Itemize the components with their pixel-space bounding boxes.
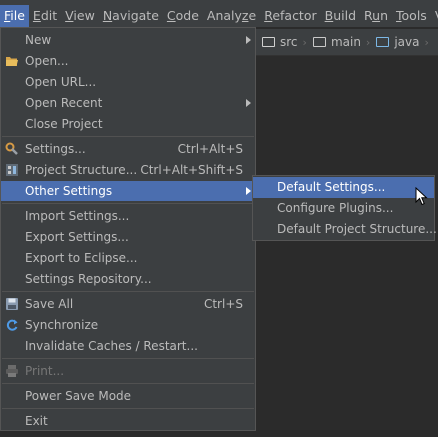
chevron-right-icon: › (424, 35, 429, 49)
source-folder-icon (376, 37, 390, 47)
menu-item-import-settings[interactable]: Import Settings... (1, 206, 255, 226)
menu-separator (2, 408, 254, 409)
other-settings-submenu: Default Settings... Configure Plugins...… (252, 175, 437, 241)
menu-tools[interactable]: Tools (392, 5, 431, 27)
menu-item-label: Settings Repository... (25, 272, 152, 286)
menu-refactor[interactable]: Refactor (260, 5, 320, 27)
menu-item-label: Open Recent (25, 96, 103, 110)
menu-separator (2, 136, 254, 137)
menu-item-label: Synchronize (25, 318, 99, 332)
menu-item-label: Export Settings... (25, 230, 129, 244)
menu-item-label: Configure Plugins... (277, 201, 394, 215)
breadcrumb-item-src[interactable]: src › (262, 35, 307, 49)
menu-item-settings[interactable]: Settings... Ctrl+Alt+S (1, 139, 255, 159)
menu-analyze[interactable]: Analyze (203, 5, 260, 27)
file-menu: New Open... Open URL... Open Recent Clos… (0, 27, 256, 431)
menu-item-save-all[interactable]: Save All Ctrl+S (1, 294, 255, 314)
menu-navigate[interactable]: Navigate (99, 5, 163, 27)
menu-item-label: Default Settings... (277, 180, 386, 194)
menu-item-open-recent[interactable]: Open Recent (1, 93, 255, 113)
menu-item-label: Close Project (25, 117, 103, 131)
menu-item-label: Power Save Mode (25, 389, 132, 403)
menu-item-default-settings[interactable]: Default Settings... (253, 177, 434, 198)
submenu-arrow-icon (246, 187, 251, 195)
menu-item-configure-plugins[interactable]: Configure Plugins... (253, 198, 434, 219)
folder-icon (312, 37, 326, 47)
menu-separator (2, 203, 254, 204)
save-icon (6, 298, 18, 310)
menu-item-label: Save All (25, 297, 74, 311)
sync-icon (6, 319, 18, 331)
menu-edit[interactable]: Edit (29, 5, 61, 27)
menu-item-shortcut: Ctrl+Alt+Shift+S (140, 163, 243, 177)
menu-item-shortcut: Ctrl+S (203, 297, 243, 311)
breadcrumb-label: java (394, 35, 420, 49)
menu-build[interactable]: Build (321, 5, 360, 27)
menu-item-label: Exit (25, 414, 48, 428)
breadcrumb-label: src (280, 35, 298, 49)
mouse-cursor-icon (415, 187, 428, 206)
menu-item-shortcut: Ctrl+Alt+S (177, 142, 243, 156)
menu-file[interactable]: File (0, 5, 29, 27)
submenu-arrow-icon (246, 36, 251, 44)
submenu-arrow-icon (246, 99, 251, 107)
breadcrumb-item-java[interactable]: java › (376, 35, 429, 49)
menu-item-label: Print... (25, 364, 65, 378)
menu-item-default-project-structure[interactable]: Default Project Structure... (253, 219, 437, 240)
menu-item-new[interactable]: New (1, 30, 255, 50)
menu-item-exit[interactable]: Exit (1, 411, 255, 431)
menu-separator (2, 291, 254, 292)
menu-item-other-settings[interactable]: Other Settings (1, 181, 255, 201)
menu-item-export-settings[interactable]: Export Settings... (1, 227, 255, 247)
menu-item-label: Invalidate Caches / Restart... (25, 339, 198, 353)
menu-vcs[interactable]: V (431, 5, 438, 27)
menu-item-label: Settings... (25, 142, 86, 156)
chevron-right-icon: › (302, 35, 307, 49)
menu-separator (2, 358, 254, 359)
menu-item-label: New (25, 33, 52, 47)
menu-item-open[interactable]: Open... (1, 51, 255, 71)
chevron-right-icon: › (365, 35, 371, 49)
menu-item-label: Project Structure... (25, 163, 138, 177)
menu-item-label: Other Settings (25, 184, 113, 198)
menu-item-open-url[interactable]: Open URL... (1, 72, 255, 92)
folder-open-icon (6, 57, 18, 66)
menu-item-invalidate-caches[interactable]: Invalidate Caches / Restart... (1, 336, 255, 356)
menu-item-settings-repository[interactable]: Settings Repository... (1, 269, 255, 289)
menu-item-power-save-mode[interactable]: Power Save Mode (1, 386, 255, 406)
menu-item-project-structure[interactable]: Project Structure... Ctrl+Alt+Shift+S (1, 160, 255, 180)
menu-code[interactable]: Code (163, 5, 203, 27)
menu-separator (2, 383, 254, 384)
breadcrumb: src › main › java › (256, 29, 438, 56)
menu-item-label: Import Settings... (25, 209, 130, 223)
wrench-icon (5, 142, 18, 155)
menu-item-label: Export to Eclipse... (25, 251, 138, 265)
print-icon (6, 365, 18, 377)
menu-view[interactable]: View (61, 5, 99, 27)
breadcrumb-item-main[interactable]: main › (312, 35, 371, 49)
menu-item-label: Open URL... (25, 75, 97, 89)
menu-run[interactable]: Run (360, 5, 392, 27)
menu-item-label: Open... (25, 54, 69, 68)
folder-icon (262, 37, 275, 47)
menu-item-print[interactable]: Print... (1, 361, 255, 381)
breadcrumb-label: main (330, 35, 361, 49)
menu-item-export-eclipse[interactable]: Export to Eclipse... (1, 248, 255, 268)
menu-item-label: Default Project Structure... (277, 222, 437, 236)
menu-item-synchronize[interactable]: Synchronize (1, 315, 255, 335)
project-structure-icon (6, 164, 18, 176)
menu-bar: File Edit View Navigate Code Analyze Ref… (0, 5, 438, 27)
menu-item-close-project[interactable]: Close Project (1, 114, 255, 134)
